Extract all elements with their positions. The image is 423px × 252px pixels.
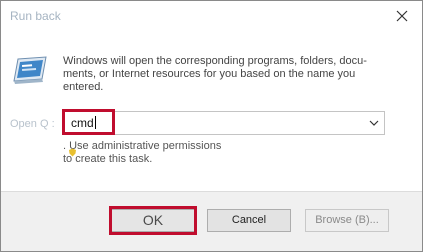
run-app-icon [13, 56, 47, 84]
close-icon [396, 10, 408, 22]
run-dialog: Run back Windows will open the correspon… [0, 0, 423, 252]
button-bar: OK Cancel Browse (B)... [1, 191, 422, 251]
description-text: Windows will open the corresponding prog… [63, 55, 367, 93]
shield-icon [69, 148, 76, 157]
text-caret [94, 116, 96, 129]
window-title: Run back [10, 9, 61, 23]
chevron-down-icon[interactable] [369, 119, 379, 127]
command-input-text: cmd [71, 116, 94, 130]
command-input[interactable]: cmd [71, 116, 96, 130]
ok-button[interactable]: OK [111, 209, 195, 232]
open-label: Open Q : [10, 118, 55, 130]
admin-note-line-1: . Use administrative permissions [63, 140, 222, 152]
admin-note-line-2: to create this task. [63, 153, 153, 165]
admin-permission-note: . Use administrative permissions to crea… [63, 140, 221, 166]
browse-button[interactable]: Browse (B)... [305, 209, 389, 232]
open-combobox[interactable]: cmd [63, 111, 385, 135]
close-button[interactable] [382, 1, 422, 31]
cancel-button[interactable]: Cancel [207, 209, 291, 232]
title-bar: Run back [1, 1, 422, 31]
